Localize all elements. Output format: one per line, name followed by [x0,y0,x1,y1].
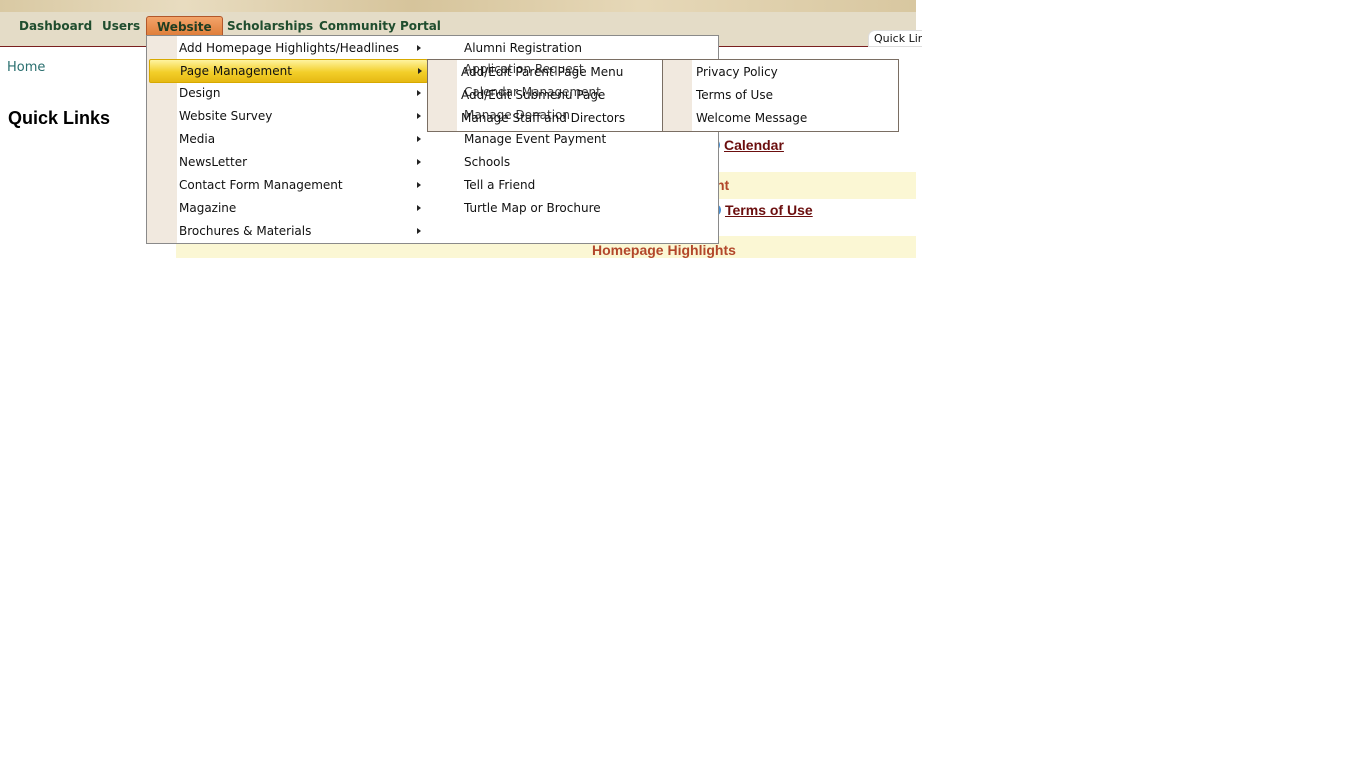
menu-item-label: Page Management [180,64,292,78]
submenu-arrow-icon [417,90,421,96]
submenu-item-terms-of-use[interactable]: Terms of Use [696,84,773,106]
breadcrumb-home[interactable]: Home [7,60,45,75]
menu-item-label: Add Homepage Highlights/Headlines [179,41,400,55]
menu-item-page-management[interactable]: Page Management [149,59,428,83]
submenu-item-tell-a-friend[interactable]: Tell a Friend [464,174,535,196]
menu-item-label: NewsLetter [179,155,248,169]
submenu-arrow-icon [417,228,421,234]
submenu-item-welcome-message[interactable]: Welcome Message [696,107,807,129]
submenu-item-add-edit-submenu-page[interactable]: Add/Edit Submenu Page [461,84,605,106]
terms-of-use-link[interactable]: Terms of Use [725,202,813,218]
nav-dashboard[interactable]: Dashboard [9,16,102,36]
menu-item-label: Website Survey [179,109,273,123]
page-management-submenu: Application Request Calendar Management … [427,59,664,132]
third-level-submenu: Privacy Policy Terms of Use Welcome Mess… [662,59,899,132]
header-banner [0,0,916,12]
submenu-arrow-icon [417,136,421,142]
menu-item-contact-form-management[interactable]: Contact Form Management [147,174,718,196]
section-band [700,172,916,199]
submenu-item-manage-staff-directors[interactable]: Manage Staff and Directors [461,107,625,129]
submenu-arrow-icon [417,182,421,188]
nav-community-portal[interactable]: Community Portal [309,16,451,36]
submenu-item-privacy-policy[interactable]: Privacy Policy [696,61,778,83]
nav-website[interactable]: Website [146,16,223,37]
submenu-arrow-icon [418,68,422,74]
submenu-arrow-icon [417,159,421,165]
menu-item-brochures-materials[interactable]: Brochures & Materials [147,220,718,242]
submenu-arrow-icon [417,45,421,51]
page-title: Quick Links [8,108,111,128]
menu-gutter [428,60,457,131]
submenu-item-schools[interactable]: Schools [464,151,510,173]
menu-item-label: Brochures & Materials [179,224,312,238]
menu-item-label: Design [179,86,221,100]
menu-item-label: Magazine [179,201,237,215]
submenu-arrow-icon [417,113,421,119]
quick-links-tab[interactable]: Quick Lin [868,30,922,47]
calendar-link[interactable]: Calendar [724,137,784,153]
homepage-highlights-heading: Homepage Highlights [592,242,736,258]
menu-item-label: Media [179,132,216,146]
submenu-item-turtle-map[interactable]: Turtle Map or Brochure [464,197,601,219]
submenu-item-add-edit-parent-page-menu[interactable]: Add/Edit Parent Page Menu [461,61,623,83]
menu-gutter [663,60,692,131]
submenu-item-alumni-registration[interactable]: Alumni Registration [464,37,582,59]
nav-users[interactable]: Users [92,16,150,36]
menu-item-magazine[interactable]: Magazine [147,197,718,219]
submenu-arrow-icon [417,205,421,211]
menu-item-label: Contact Form Management [179,178,343,192]
menu-item-homepage-highlights[interactable]: Add Homepage Highlights/Headlines [147,37,718,59]
menu-item-newsletter[interactable]: NewsLetter [147,151,718,173]
nav-scholarships[interactable]: Scholarships [217,16,323,36]
